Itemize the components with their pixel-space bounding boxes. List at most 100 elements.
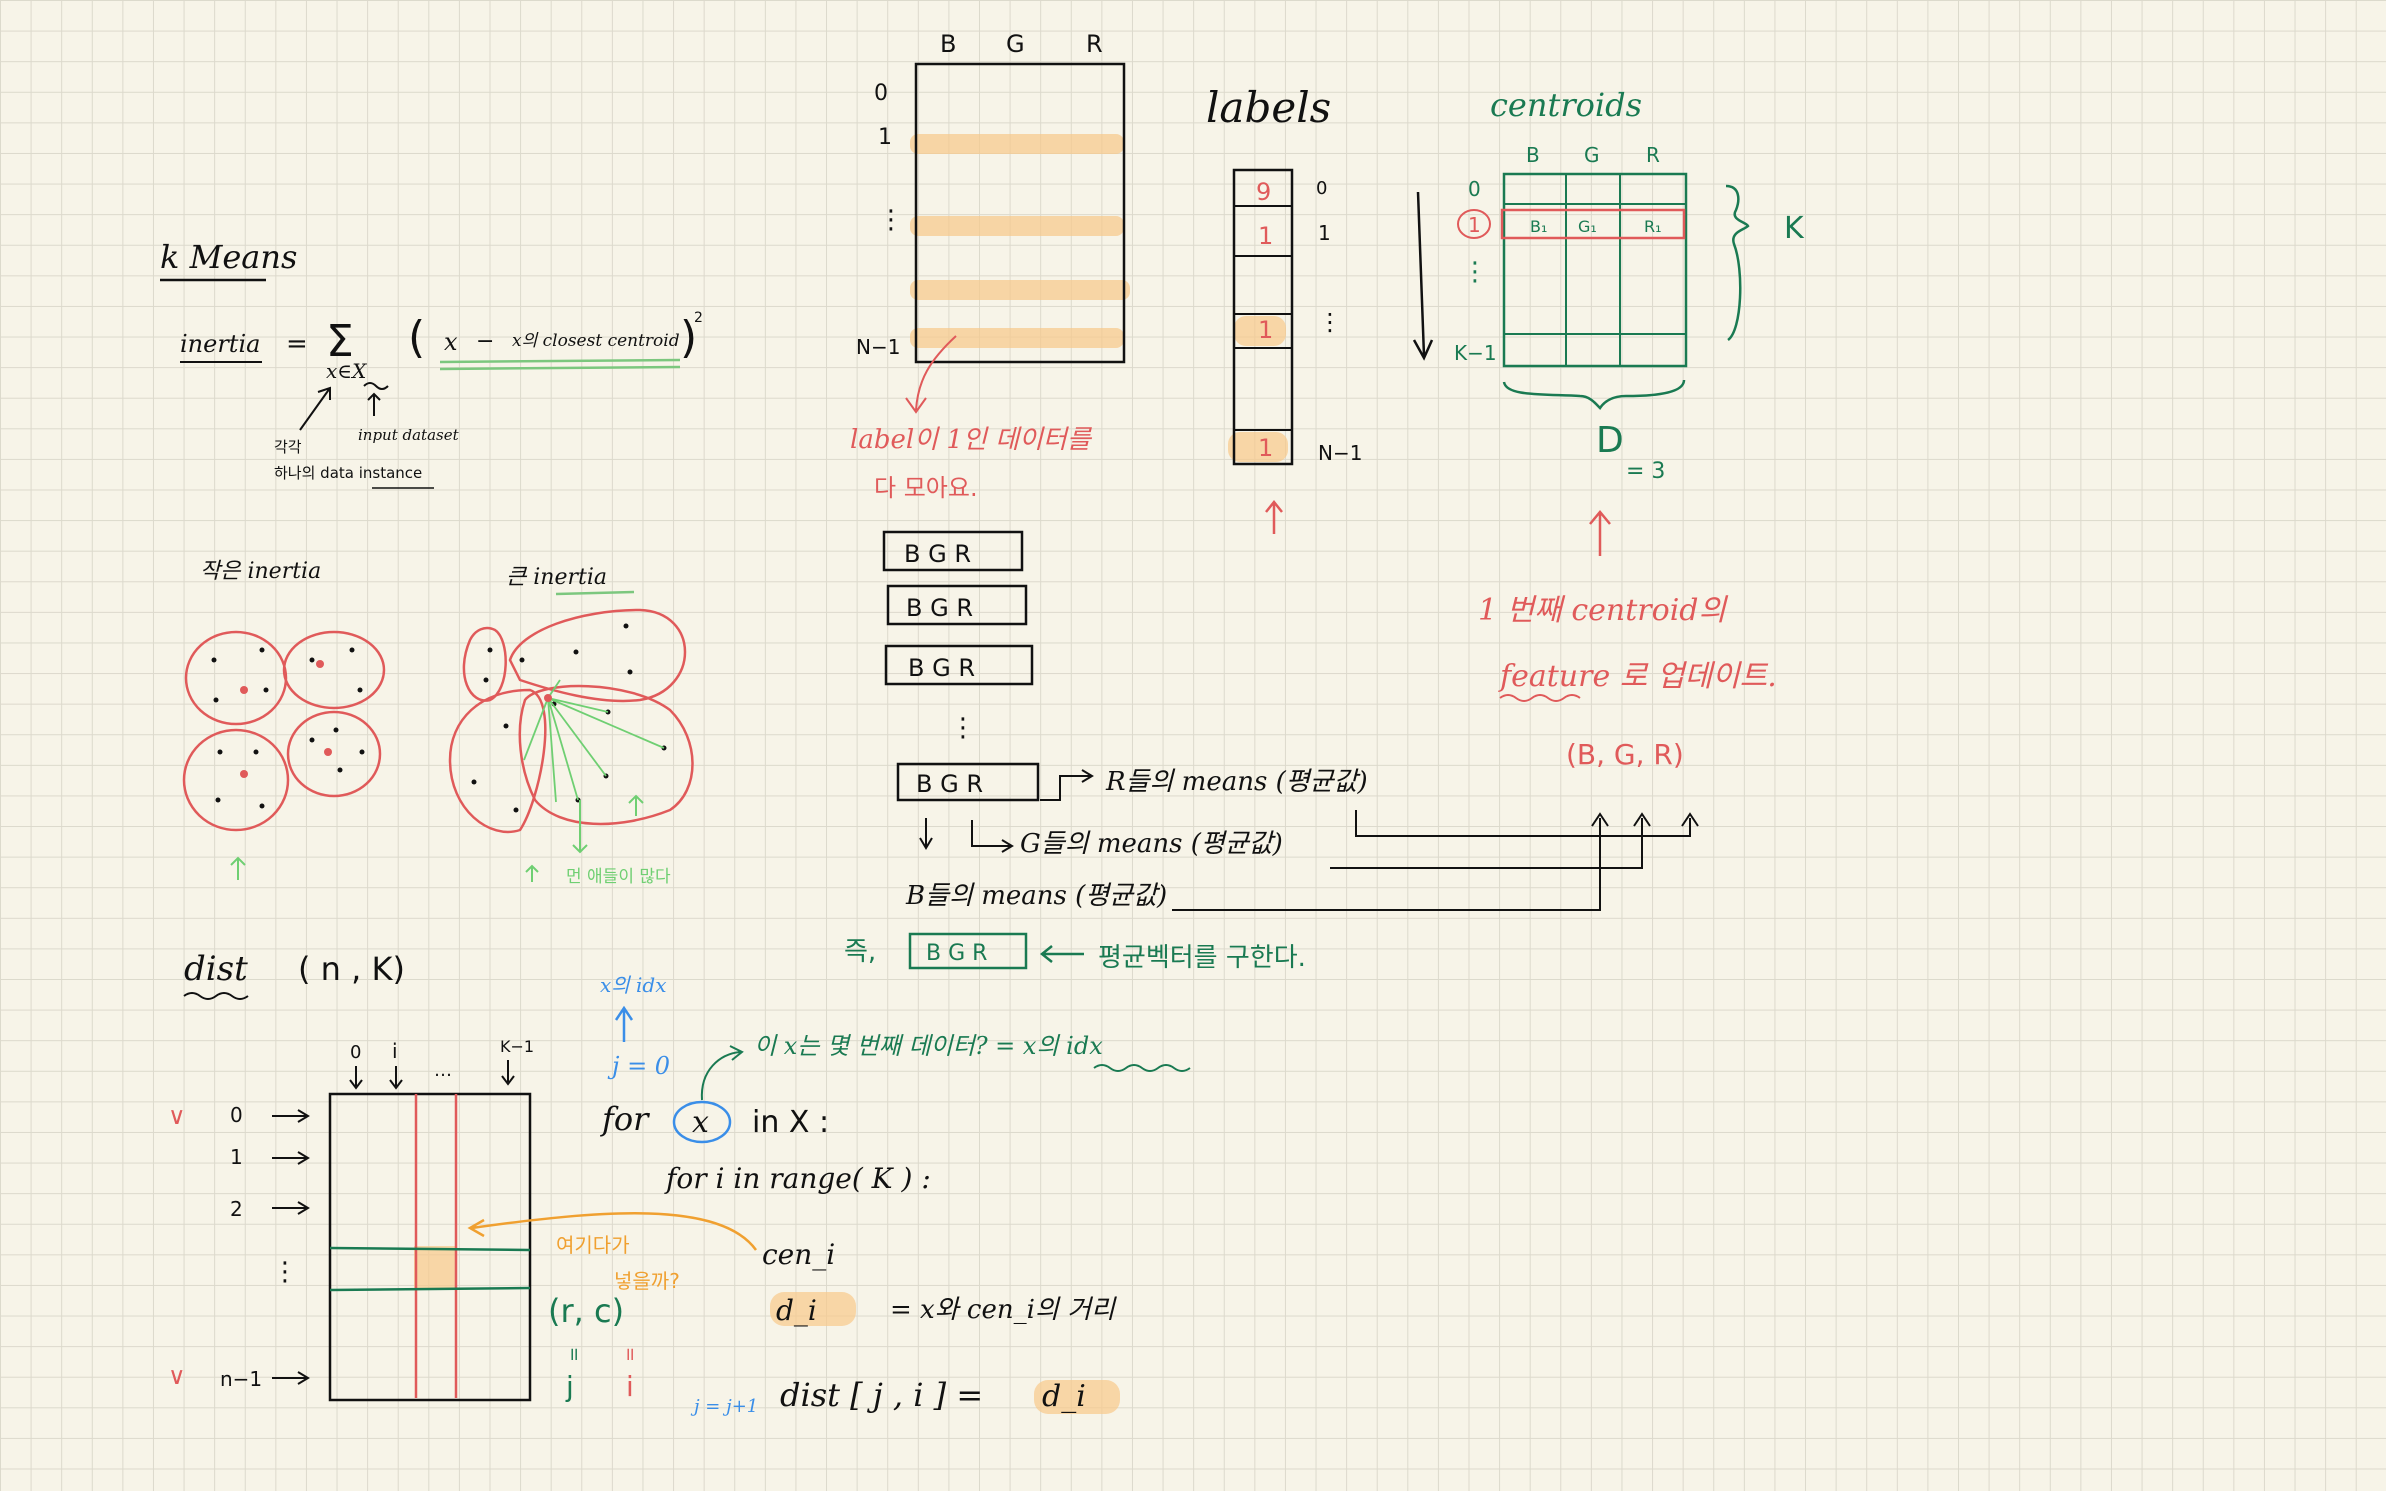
dist-col-i: i: [392, 1039, 398, 1063]
g-means-arrow: [971, 820, 1014, 853]
caption-2: 다 모아요.: [874, 474, 978, 502]
feature-note-2: feature 로 업데이트.: [1498, 659, 1777, 694]
data-matrix-section: B G R 0 1 ⋮ N−1 label이 1인 데이터를 다 모아요. B …: [850, 30, 1130, 802]
code-line1-rest: in X :: [752, 1105, 829, 1140]
dist-row-arrows: [272, 1109, 310, 1385]
dist-row-0: 0: [230, 1103, 243, 1127]
square-exponent: 2: [694, 310, 703, 326]
equals-sign: =: [286, 329, 308, 359]
big-inertia-clusters: [448, 608, 694, 834]
d-label: D: [1596, 420, 1624, 461]
green-underline-2: [439, 365, 681, 371]
where-note-1: 여기다가: [556, 1233, 630, 1257]
label-value-1: 1: [1258, 222, 1273, 250]
rc-eq-2: ॥: [624, 1344, 635, 1365]
dist-underline: [183, 992, 249, 1000]
minus-sign: −: [476, 329, 494, 354]
feature-up-arrow: [1589, 510, 1611, 556]
dist-cell-highlight: [414, 1246, 456, 1290]
bgr-row-2: B G R: [906, 594, 973, 622]
r-means: R들의 means (평균값): [1105, 767, 1368, 797]
centroids-title: centroids: [1490, 86, 1642, 124]
labels-title: labels: [1206, 83, 1331, 132]
labels-idx-dots: ⋮: [1318, 308, 1342, 336]
b-means: B들의 means (평균값): [905, 881, 1167, 911]
code-section: x의 idx j = 0 이 x는 몇 번째 데이터? = x의 idx for…: [600, 973, 1191, 1417]
dist-title: dist: [184, 949, 248, 989]
result-arrow: [1039, 945, 1084, 963]
data-matrix: [914, 62, 1126, 364]
dist-col-arrows: [349, 1060, 515, 1090]
labels-idx-last: N−1: [1318, 441, 1362, 465]
big-centroid: [544, 694, 552, 702]
cent-b1: B₁: [1530, 217, 1547, 236]
d-value: = 3: [1626, 459, 1665, 484]
tilde-under-x: [363, 382, 389, 390]
k-label: K: [1784, 211, 1805, 246]
dist-col-last: K−1: [500, 1037, 534, 1056]
k-brace: [1725, 184, 1750, 342]
col-r: R: [1086, 30, 1103, 58]
row-1: 1: [878, 125, 892, 150]
cent-g1: G₁: [1578, 217, 1597, 236]
big-arrow-down: [572, 800, 588, 854]
label-value-3: 1: [1258, 434, 1273, 462]
small-inertia-label: 작은 inertia: [200, 559, 321, 584]
j-init: j = 0: [607, 1052, 670, 1080]
big-inertia-underline: [555, 590, 635, 596]
dist-col-dots: …: [434, 1060, 452, 1081]
x-idx-arrow: [614, 1005, 634, 1042]
b-means-arrow: [919, 818, 933, 850]
cent-down-arrow: [1412, 191, 1434, 361]
dist-row-last: n−1: [220, 1367, 262, 1391]
clusters-section: 작은 inertia 큰 inertia 먼 애들이 많다: [182, 559, 694, 887]
small-up-arrow: [230, 856, 246, 880]
dist-row-1: 1: [230, 1145, 243, 1169]
term-x: x: [444, 328, 458, 356]
cent-row-dots: ⋮: [1462, 257, 1488, 287]
label-value-2: 1: [1258, 316, 1273, 344]
rc-i: i: [626, 1370, 634, 1403]
centroids-section: centroids B G R B₁ G₁ R₁ 0 1 ⋮ K−1 K D =…: [1412, 86, 1805, 771]
collected-vdots: ⋮: [950, 713, 976, 743]
code-line2: for i in range( K ) :: [664, 1162, 931, 1195]
which-arrow: [700, 1045, 744, 1101]
feature-underline: [1499, 694, 1581, 702]
centroids-matrix: [1502, 172, 1688, 368]
which-note: 이 x는 몇 번째 데이터? = x의 idx: [754, 1032, 1103, 1060]
caption-1: label이 1인 데이터를: [850, 425, 1093, 455]
rc-j: j: [565, 1370, 574, 1403]
label-value-0: 9: [1256, 178, 1271, 206]
open-paren: (: [408, 312, 425, 363]
feature-tuple: (B, G, R): [1566, 738, 1684, 771]
which-underline: [1093, 1064, 1191, 1072]
cent-col-b: B: [1526, 143, 1540, 167]
dist-col-0: 0: [350, 1042, 361, 1063]
dist-row-2: 2: [230, 1197, 243, 1221]
row-last: N−1: [856, 335, 900, 359]
code-line1-x: x: [692, 1105, 709, 1140]
result-vector: B G R: [926, 941, 987, 966]
big-inertia-label: 큰 inertia: [506, 565, 607, 590]
row-dots: ⋮: [878, 205, 904, 235]
dist-shape: ( n , K): [298, 950, 405, 988]
kmeans-title: k Means: [160, 238, 297, 276]
collected-rows: B G R B G R B G R ⋮ B G R: [882, 530, 1040, 802]
note-each-1: 각각: [274, 438, 302, 456]
result-text: 평균벡터를 구한다.: [1098, 943, 1306, 973]
big-arrow-up: [628, 794, 644, 816]
g-means: G들의 means (평균값): [1020, 829, 1283, 859]
arrow-each: [299, 386, 331, 431]
big-inertia-points: [471, 623, 667, 813]
note-each-2: 하나의 data instance: [274, 464, 422, 482]
green-underline-1: [439, 358, 681, 364]
rc-eq-1: ॥: [568, 1344, 579, 1365]
arrow-input: [367, 392, 381, 416]
col-g: G: [1006, 30, 1025, 58]
where-note-2: 넣을까?: [614, 1269, 680, 1293]
cent-row-0: 0: [1468, 177, 1481, 201]
code-line3: cen_i: [762, 1238, 835, 1271]
cent-row-last: K−1: [1454, 341, 1497, 365]
labels-idx-0: 0: [1316, 178, 1327, 199]
result-prefix: 즉,: [844, 937, 876, 967]
